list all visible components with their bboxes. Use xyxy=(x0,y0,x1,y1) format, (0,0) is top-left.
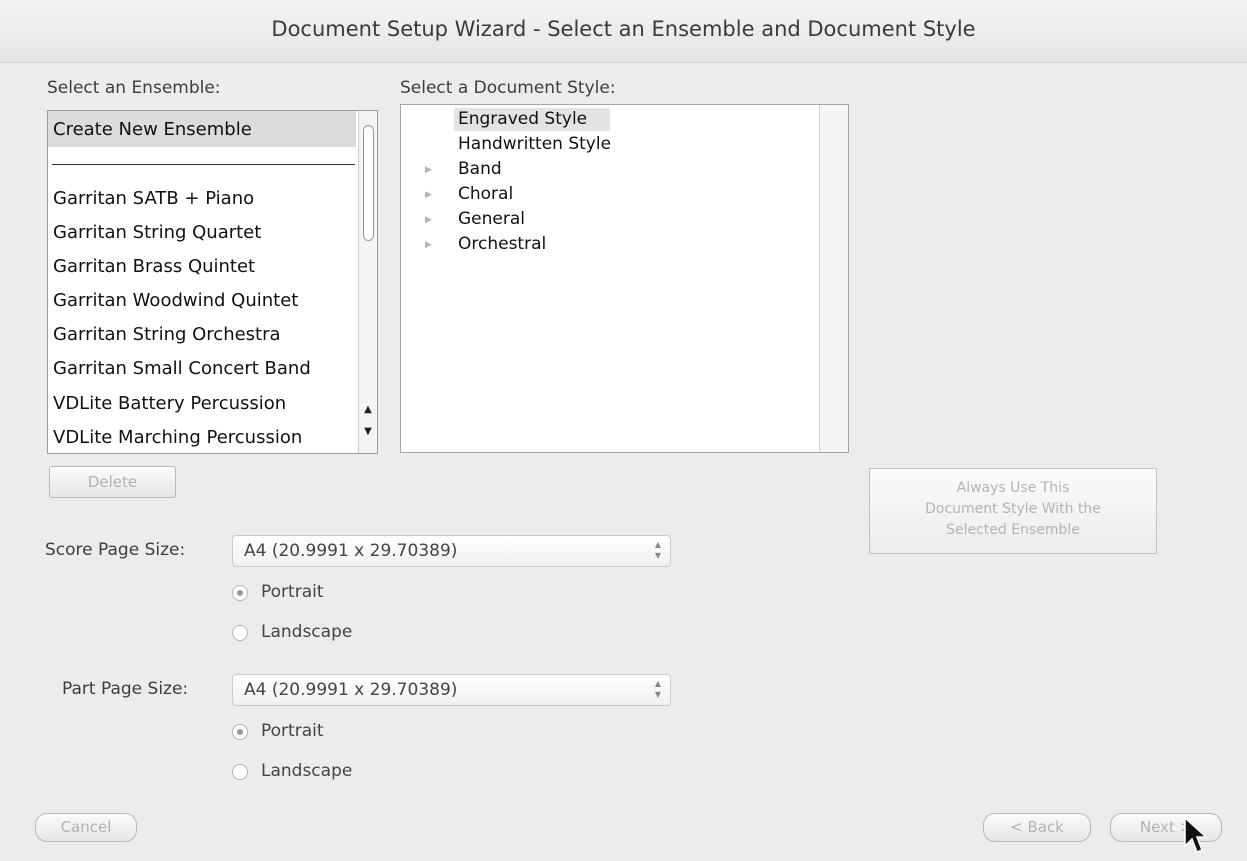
ensemble-item[interactable]: Garritan Small Concert Band xyxy=(53,358,311,379)
document-style-tree[interactable]: Engraved Style Handwritten Style ▶ Band … xyxy=(400,104,849,453)
part-page-size-label: Part Page Size: xyxy=(62,679,189,699)
style-item-choral[interactable]: Choral xyxy=(458,184,513,204)
document-style-scrollbar[interactable] xyxy=(819,105,848,452)
always-use-line: Always Use This xyxy=(956,480,1070,496)
part-page-size-popup[interactable]: A4 (20.9991 x 29.70389) ▲ ▼ xyxy=(232,674,671,706)
part-landscape-radio[interactable] xyxy=(232,764,248,780)
disclosure-triangle-icon[interactable]: ▶ xyxy=(425,165,432,175)
cancel-button[interactable]: Cancel xyxy=(35,813,137,842)
always-use-line: Document Style With the xyxy=(925,501,1101,517)
score-page-size-popup[interactable]: A4 (20.9991 x 29.70389) ▲ ▼ xyxy=(232,535,671,567)
ensemble-item[interactable]: Garritan SATB + Piano xyxy=(53,188,254,209)
always-use-style-button[interactable]: Always Use This Document Style With the … xyxy=(869,468,1157,554)
disclosure-triangle-icon[interactable]: ▶ xyxy=(425,240,432,250)
scroll-down-arrow-icon[interactable]: ▼ xyxy=(362,425,374,439)
delete-button[interactable]: Delete xyxy=(49,466,176,498)
scroll-up-arrow-icon[interactable]: ▲ xyxy=(362,403,374,417)
style-item-orchestral[interactable]: Orchestral xyxy=(458,234,546,254)
ensemble-label: Select an Ensemble: xyxy=(47,78,221,98)
back-button[interactable]: < Back xyxy=(983,813,1091,842)
ensemble-item[interactable]: Garritan String Quartet xyxy=(53,222,261,243)
style-item-general[interactable]: General xyxy=(458,209,525,229)
style-item-engraved[interactable]: Engraved Style xyxy=(458,109,587,129)
disclosure-triangle-icon[interactable]: ▶ xyxy=(425,215,432,225)
title-bar: Document Setup Wizard - Select an Ensemb… xyxy=(0,0,1247,63)
style-item-handwritten[interactable]: Handwritten Style xyxy=(458,134,611,154)
mouse-pointer-icon xyxy=(1184,816,1208,853)
radio-selected-dot-icon xyxy=(237,729,243,735)
score-page-size-label: Score Page Size: xyxy=(45,540,186,560)
always-use-line: Selected Ensemble xyxy=(946,522,1080,538)
score-page-size-value: A4 (20.9991 x 29.70389) xyxy=(244,541,458,561)
ensemble-item[interactable]: VDLite Battery Percussion xyxy=(53,393,286,414)
ensemble-item[interactable]: Garritan Woodwind Quintet xyxy=(53,290,298,311)
document-style-label: Select a Document Style: xyxy=(400,78,616,98)
score-landscape-label: Landscape xyxy=(261,622,353,642)
ensemble-separator xyxy=(52,164,355,165)
part-page-size-value: A4 (20.9991 x 29.70389) xyxy=(244,680,458,700)
scroll-thumb[interactable] xyxy=(363,125,374,241)
part-landscape-label: Landscape xyxy=(261,761,353,781)
ensemble-item[interactable]: Garritan Brass Quintet xyxy=(53,256,255,277)
popup-arrows-icon: ▲ ▼ xyxy=(654,540,662,560)
window-title: Document Setup Wizard - Select an Ensemb… xyxy=(271,17,976,41)
radio-selected-dot-icon xyxy=(237,590,243,596)
ensemble-create-new[interactable]: Create New Ensemble xyxy=(53,119,252,140)
part-portrait-label: Portrait xyxy=(261,721,324,741)
popup-arrows-icon: ▲ ▼ xyxy=(654,679,662,699)
score-portrait-radio[interactable] xyxy=(232,585,248,601)
ensemble-item[interactable]: Garritan String Orchestra xyxy=(53,324,281,345)
ensemble-item[interactable]: VDLite Marching Percussion xyxy=(53,427,302,448)
score-landscape-radio[interactable] xyxy=(232,625,248,641)
style-item-band[interactable]: Band xyxy=(458,159,502,179)
score-portrait-label: Portrait xyxy=(261,582,324,602)
ensemble-list[interactable]: Create New Ensemble Garritan SATB + Pian… xyxy=(47,110,378,454)
disclosure-triangle-icon[interactable]: ▶ xyxy=(425,190,432,200)
part-portrait-radio[interactable] xyxy=(232,724,248,740)
ensemble-scrollbar[interactable]: ▲ ▼ xyxy=(358,111,377,453)
